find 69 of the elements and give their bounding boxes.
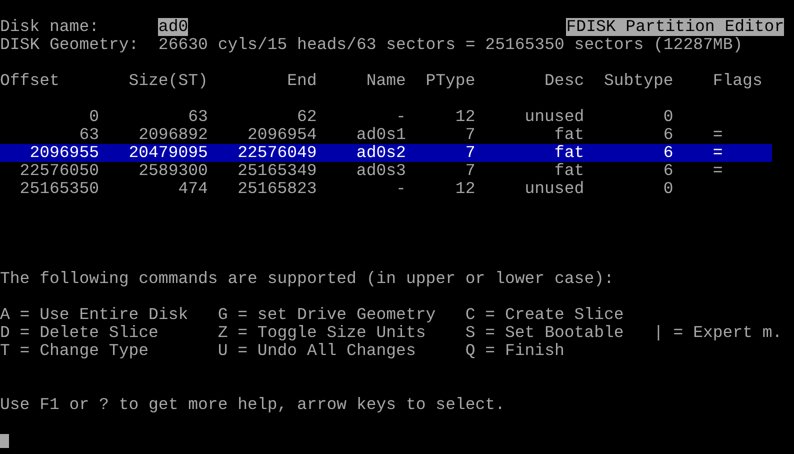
table-cell: 63 <box>79 126 100 144</box>
table-cell: 0 <box>89 108 100 126</box>
table-cell: 2096892 <box>138 126 208 144</box>
table-cell: 6 <box>663 126 674 144</box>
table-cell: 7 <box>465 126 476 144</box>
editor-title: FDISK Partition Editor <box>566 18 784 36</box>
table-cell: 25165350 <box>20 180 100 198</box>
table-cell: unused <box>524 180 584 198</box>
command-text: S = Set Bootable <box>465 324 624 342</box>
column-header: Offset <box>0 72 60 90</box>
table-cell: 7 <box>465 162 476 180</box>
table-cell: 0 <box>663 180 674 198</box>
table-cell: ad0s1 <box>356 126 406 144</box>
command-text: | = Expert m. <box>653 324 782 342</box>
table-cell: 20479095 <box>128 144 208 162</box>
commands-heading: The following commands are supported (in upper or lower case): <box>0 270 615 288</box>
table-row[interactable]: 22576050 2589300 25165349 ad0s3 7 fat 6 = <box>0 162 772 180</box>
field-label: DISK Geometry: <box>0 36 140 54</box>
table-cell: ad0s3 <box>356 162 406 180</box>
table-cell: = <box>712 162 723 180</box>
table-cell: 7 <box>465 144 476 162</box>
column-header: Subtype <box>604 72 674 90</box>
geometry-value: 26630 cyls/15 heads/63 sectors = 25165350 sectors (12287MB) <box>158 36 743 54</box>
table-cell: - <box>396 108 406 126</box>
table-cell: 62 <box>297 108 317 126</box>
table-cell: 474 <box>178 180 208 198</box>
table-cell: 12 <box>455 108 476 126</box>
column-header: PType <box>426 72 476 90</box>
command-text: G = set Drive Geometry <box>218 306 436 324</box>
table-cell: = <box>712 126 723 144</box>
column-header: Name <box>366 72 406 90</box>
table-cell: 2096955 <box>30 144 100 162</box>
command-text: A = Use Entire Disk <box>0 306 188 324</box>
table-cell: fat <box>554 144 584 162</box>
command-text: C = Create Slice <box>465 306 624 324</box>
table-cell: fat <box>554 126 584 144</box>
field-label: Disk name: <box>0 18 100 36</box>
disk-name-value: ad0 <box>158 18 188 36</box>
table-cell: 6 <box>663 144 674 162</box>
column-header: Flags <box>712 72 762 90</box>
table-cell: 2589300 <box>138 162 208 180</box>
table-cell: ad0s2 <box>356 144 406 162</box>
table-cell: unused <box>524 108 584 126</box>
table-cell: = <box>712 144 723 162</box>
table-row[interactable]: 25165350 474 25165823 - 12 unused 0 <box>0 180 772 198</box>
table-cell: 25165349 <box>238 162 317 180</box>
table-cell: 22576050 <box>20 162 100 180</box>
table-cell: 12 <box>455 180 476 198</box>
table-cell: 6 <box>663 162 674 180</box>
table-row[interactable]: 63 2096892 2096954 ad0s1 7 fat 6 = <box>0 126 772 144</box>
command-text: D = Delete Slice <box>0 324 158 342</box>
column-header: Size(ST) <box>128 72 208 90</box>
command-text: Q = Finish <box>465 342 564 360</box>
table-cell: 25165823 <box>238 180 317 198</box>
table-row[interactable]: 0 63 62 - 12 unused 0 <box>0 108 772 126</box>
table-row[interactable]: 2096955 20479095 22576049 ad0s2 7 fat 6 = <box>0 144 772 162</box>
table-cell: 63 <box>188 108 208 126</box>
text-cursor <box>0 434 9 448</box>
help-hint: Use F1 or ? to get more help, arrow keys to select. <box>0 396 506 414</box>
column-header: End <box>287 72 317 90</box>
command-text: Z = Toggle Size Units <box>218 324 426 342</box>
table-cell: - <box>396 180 406 198</box>
table-cell: 2096954 <box>248 126 317 144</box>
table-cell: fat <box>554 162 584 180</box>
command-text: T = Change Type <box>0 342 149 360</box>
column-header: Desc <box>544 72 584 90</box>
command-text: U = Undo All Changes <box>218 342 416 360</box>
table-cell: 0 <box>663 108 674 126</box>
table-cell: 22576049 <box>238 144 317 162</box>
